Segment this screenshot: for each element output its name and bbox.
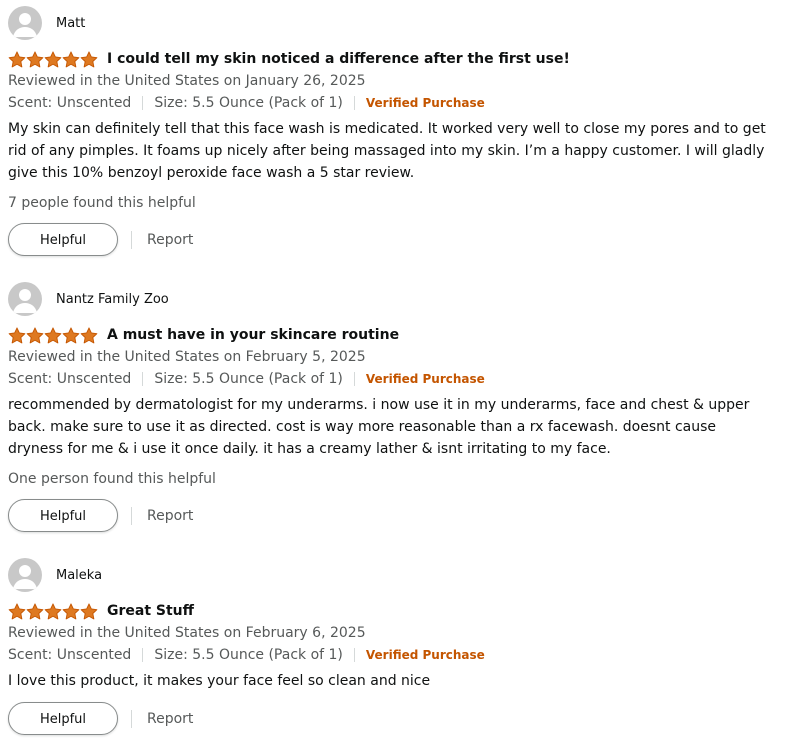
- helpful-button[interactable]: Helpful: [8, 702, 118, 735]
- star-filled-icon: [8, 602, 26, 619]
- star-filled-icon: [44, 50, 62, 67]
- review-title[interactable]: Great Stuff: [107, 603, 194, 619]
- report-link[interactable]: Report: [147, 711, 193, 727]
- verified-purchase-badge: Verified Purchase: [365, 96, 485, 110]
- review-date: Reviewed in the United States on Februar…: [8, 349, 366, 365]
- divider: [131, 709, 132, 728]
- divider: [353, 372, 355, 386]
- report-link[interactable]: Report: [147, 232, 193, 248]
- default-user-avatar-icon: [8, 558, 42, 592]
- default-user-avatar-icon: [8, 6, 42, 40]
- review-text: I love this product, it makes your face …: [8, 673, 431, 689]
- review-text: recommended by dermatologist for my unde…: [8, 397, 750, 457]
- variant-scent: Scent: Unscented: [8, 371, 132, 387]
- divider: [353, 648, 355, 662]
- star-filled-icon: [8, 326, 26, 343]
- review-title[interactable]: A must have in your skincare routine: [107, 327, 399, 343]
- star-filled-icon: [26, 326, 44, 343]
- star-filled-icon: [80, 326, 98, 343]
- default-user-avatar-icon: [8, 282, 42, 316]
- review-card: Matt I could tell my skin noticed a diff…: [8, 6, 788, 256]
- divider: [142, 96, 144, 110]
- review-date: Reviewed in the United States on January…: [8, 73, 366, 89]
- star-filled-icon: [62, 602, 80, 619]
- star-filled-icon: [26, 50, 44, 67]
- review-profile[interactable]: Nantz Family Zoo: [8, 282, 788, 316]
- variant-scent: Scent: Unscented: [8, 95, 132, 111]
- star-filled-icon: [62, 326, 80, 343]
- product-variant: Scent: Unscented Size: 5.5 Ounce (Pack o…: [8, 368, 788, 390]
- star-rating[interactable]: [8, 326, 98, 344]
- variant-size: Size: 5.5 Ounce (Pack of 1): [154, 371, 343, 387]
- product-variant: Scent: Unscented Size: 5.5 Ounce (Pack o…: [8, 644, 788, 666]
- review-card: Nantz Family Zoo A must have in your ski…: [8, 282, 788, 532]
- divider: [131, 506, 132, 525]
- star-filled-icon: [80, 50, 98, 67]
- star-rating[interactable]: [8, 50, 98, 68]
- variant-scent: Scent: Unscented: [8, 647, 132, 663]
- helpful-button[interactable]: Helpful: [8, 499, 118, 532]
- review-text: My skin can definitely tell that this fa…: [8, 121, 766, 181]
- divider: [353, 96, 355, 110]
- helpful-count: One person found this helpful: [8, 471, 216, 487]
- review-title[interactable]: I could tell my skin noticed a differenc…: [107, 51, 570, 67]
- helpful-button[interactable]: Helpful: [8, 223, 118, 256]
- product-variant: Scent: Unscented Size: 5.5 Ounce (Pack o…: [8, 92, 788, 114]
- helpful-count: 7 people found this helpful: [8, 195, 196, 211]
- divider: [142, 648, 144, 662]
- star-filled-icon: [26, 602, 44, 619]
- variant-size: Size: 5.5 Ounce (Pack of 1): [154, 95, 343, 111]
- divider: [142, 372, 144, 386]
- review-profile[interactable]: Maleka: [8, 558, 788, 592]
- review-profile[interactable]: Matt: [8, 6, 788, 40]
- star-rating[interactable]: [8, 602, 98, 620]
- star-filled-icon: [44, 602, 62, 619]
- review-date: Reviewed in the United States on Februar…: [8, 625, 366, 641]
- star-filled-icon: [8, 50, 26, 67]
- variant-size: Size: 5.5 Ounce (Pack of 1): [154, 647, 343, 663]
- star-filled-icon: [44, 326, 62, 343]
- report-link[interactable]: Report: [147, 508, 193, 524]
- reviewer-name: Matt: [56, 15, 86, 31]
- divider: [131, 230, 132, 249]
- review-card: Maleka Great Stuff Reviewed in the Unite…: [8, 558, 788, 735]
- verified-purchase-badge: Verified Purchase: [365, 648, 485, 662]
- reviewer-name: Nantz Family Zoo: [56, 291, 169, 307]
- verified-purchase-badge: Verified Purchase: [365, 372, 485, 386]
- reviewer-name: Maleka: [56, 567, 103, 583]
- reviews-list: Matt I could tell my skin noticed a diff…: [0, 0, 795, 745]
- star-filled-icon: [62, 50, 80, 67]
- star-filled-icon: [80, 602, 98, 619]
